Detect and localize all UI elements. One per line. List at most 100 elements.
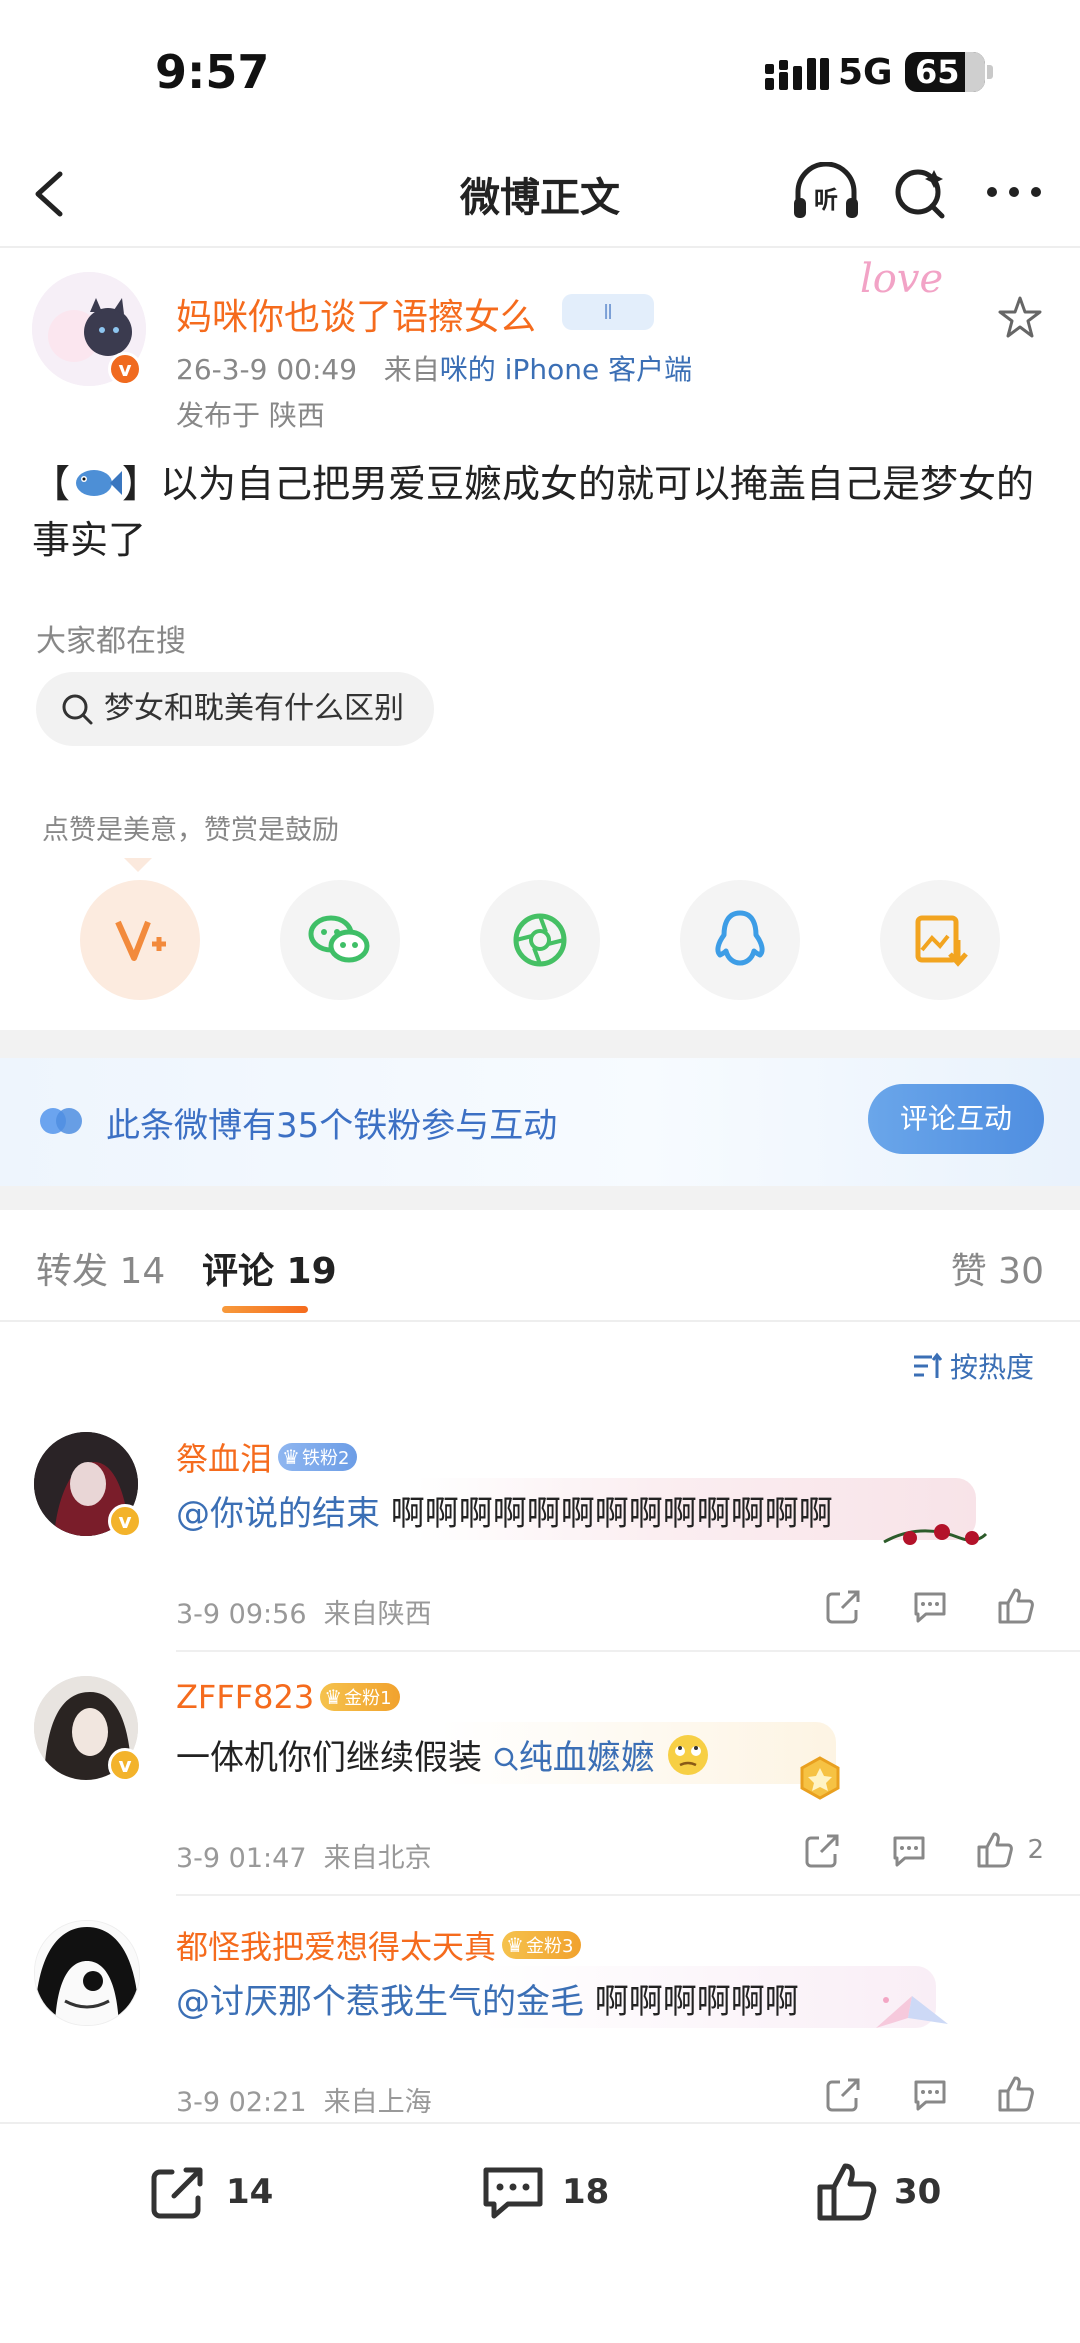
comment-mention[interactable]: @讨厌那个惹我生气的金毛 <box>176 1982 584 2022</box>
share-icon[interactable] <box>824 1586 864 1626</box>
like-count: 30 <box>894 2172 942 2212</box>
fish-emoji-icon <box>76 470 123 496</box>
reward-button[interactable] <box>80 880 200 1000</box>
sort-by-hot-button[interactable]: 按热度 <box>912 1346 1034 1386</box>
crown-icon: ♛ <box>282 1445 300 1469</box>
like-button[interactable]: 30 <box>814 2160 941 2224</box>
post-body-bracket: 【 <box>32 462 71 506</box>
comment-bubble-icon <box>483 2167 543 2219</box>
share-icon[interactable] <box>803 1830 843 1870</box>
fan-badge-label: 金粉1 <box>344 1688 392 1709</box>
love-decoration: love <box>860 256 944 302</box>
battery-indicator: 65 <box>905 52 993 92</box>
share-moments-button[interactable] <box>480 880 600 1000</box>
gold-medal-decoration-icon <box>800 1756 840 1800</box>
reply-icon[interactable] <box>910 1586 950 1626</box>
fan-capsule-icon <box>40 1108 82 1134</box>
crown-icon: ♛ <box>324 1685 343 1709</box>
reply-icon[interactable] <box>910 2074 950 2114</box>
comment-mention[interactable]: @你说的结束 <box>176 1494 380 1534</box>
comment-location: 来自上海 <box>323 2087 432 2118</box>
active-tab-indicator <box>222 1306 308 1313</box>
comment-bubble: @你说的结束 啊啊啊啊啊啊啊啊啊啊啊啊啊 <box>176 1478 976 1540</box>
save-image-button[interactable] <box>880 880 1000 1000</box>
save-image-icon <box>915 915 968 967</box>
tab-likes[interactable]: 赞 30 <box>951 1242 1044 1294</box>
comment-like-button[interactable] <box>996 1586 1044 1626</box>
post-source-link[interactable]: 咪的 iPhone 客户端 <box>440 353 692 386</box>
search-icon <box>62 694 93 725</box>
commenter-name-row: ZFFF823 ♛ 金粉1 <box>176 1678 400 1716</box>
comment-location: 来自陕西 <box>323 1599 432 1630</box>
commenter-name[interactable]: 都怪我把爱想得太天真 <box>176 1922 496 1968</box>
rolling-eyes-emoji-icon <box>667 1735 708 1775</box>
comment-button[interactable]: 18 <box>480 2160 609 2224</box>
author-level-tag[interactable]: Ⅱ <box>562 294 654 330</box>
sort-label: 按热度 <box>950 1351 1035 1384</box>
reply-icon[interactable] <box>889 1830 929 1870</box>
commenter-name[interactable]: ZFFF823 <box>176 1678 314 1716</box>
search-refresh-icon[interactable] <box>890 162 950 222</box>
favorite-star-icon[interactable] <box>996 294 1044 342</box>
gold-fan-badge: ♛ 金粉1 <box>320 1683 400 1711</box>
repost-button[interactable]: 14 <box>146 2160 273 2224</box>
trending-search-chip[interactable]: 梦女和耽美有什么区别 <box>36 672 434 746</box>
comment-body: 啊啊啊啊啊啊啊啊啊啊啊啊啊 <box>380 1494 833 1534</box>
tab-reposts[interactable]: 转发 14 <box>36 1242 165 1294</box>
author-name[interactable]: 妈咪你也谈了语擦女么 <box>176 288 536 340</box>
share-wechat-button[interactable] <box>280 880 400 1000</box>
section-divider <box>0 1030 1080 1058</box>
comment-interact-button[interactable]: 评论互动 <box>868 1084 1044 1154</box>
thumbs-up-icon <box>998 1588 1034 1624</box>
thumbs-up-icon <box>817 2163 877 2221</box>
comment-like-count: 2 <box>1027 1835 1044 1865</box>
tab-comments[interactable]: 评论 19 <box>202 1242 337 1294</box>
comment-text: @讨厌那个惹我生气的金毛 啊啊啊啊啊啊 <box>176 1974 799 2023</box>
status-bar: 9:57 5G 65 <box>0 0 1080 140</box>
verified-badge-icon: v <box>108 1748 142 1782</box>
qq-penguin-icon <box>715 910 765 966</box>
thumbs-up-icon <box>998 2076 1034 2112</box>
comment-time: 3-9 02:21 <box>176 2087 307 2118</box>
comment-time: 3-9 09:56 <box>176 1599 307 1630</box>
post-body-text: 】以为自己把男爱豆嬷成女的就可以掩盖自己是梦女的事实了 <box>32 462 1035 562</box>
moments-aperture-icon <box>513 913 567 967</box>
vip-reward-icon <box>115 920 166 961</box>
comment-text: 一体机你们继续假装 纯血嬷嬷 <box>176 1730 710 1779</box>
interaction-tabs: 转发 14 评论 19 赞 30 <box>0 1210 1080 1322</box>
nav-bar: 微博正文 听 <box>0 140 1080 248</box>
share-icon[interactable] <box>824 2074 864 2114</box>
comment-like-button[interactable]: 2 <box>975 1830 1044 1870</box>
reward-hint-pointer <box>124 858 152 872</box>
battery-level: 65 <box>915 53 960 91</box>
comment-bubble: 一体机你们继续假装 纯血嬷嬷 <box>176 1722 836 1784</box>
comment-body: 啊啊啊啊啊啊 <box>584 1982 799 2022</box>
search-icon <box>494 1747 518 1771</box>
commenter-name[interactable]: 祭血泪 <box>176 1434 272 1480</box>
thumbs-up-icon <box>977 1832 1014 1868</box>
comment-actions <box>824 2074 1044 2114</box>
commenter-name-row: 都怪我把爱想得太天真 ♛ 金粉3 <box>176 1922 582 1968</box>
comment-divider <box>176 1650 1080 1652</box>
signal-icon <box>765 58 829 90</box>
post-location: 发布于 陕西 <box>176 399 325 432</box>
crown-icon: ♛ <box>506 1933 524 1957</box>
comment-meta: 3-9 09:56 来自陕西 <box>176 1592 432 1631</box>
share-qq-button[interactable] <box>680 880 800 1000</box>
comment-count: 18 <box>562 2172 610 2212</box>
comment-divider <box>176 1894 1080 1896</box>
commenter-avatar[interactable] <box>34 1920 140 2026</box>
fan-badge-label: 金粉3 <box>525 1936 574 1957</box>
gold-fan-badge: ♛ 金粉3 <box>502 1931 582 1959</box>
more-options-icon[interactable] <box>984 162 1044 222</box>
comment-location: 来自北京 <box>323 1843 432 1874</box>
repost-share-icon <box>151 2167 203 2219</box>
section-divider <box>0 1186 1080 1210</box>
paper-crane-decoration-icon <box>876 1996 948 2028</box>
listen-headphones-icon[interactable]: 听 <box>790 162 862 222</box>
comment-search-link[interactable]: 纯血嬷嬷 <box>482 1738 655 1778</box>
comment-meta: 3-9 02:21 来自上海 <box>176 2080 432 2119</box>
comment-like-button[interactable] <box>996 2074 1044 2114</box>
post-meta: 26-3-9 00:49 来自咪的 iPhone 客户端 <box>176 348 692 388</box>
comment-time: 3-9 01:47 <box>176 1843 307 1874</box>
